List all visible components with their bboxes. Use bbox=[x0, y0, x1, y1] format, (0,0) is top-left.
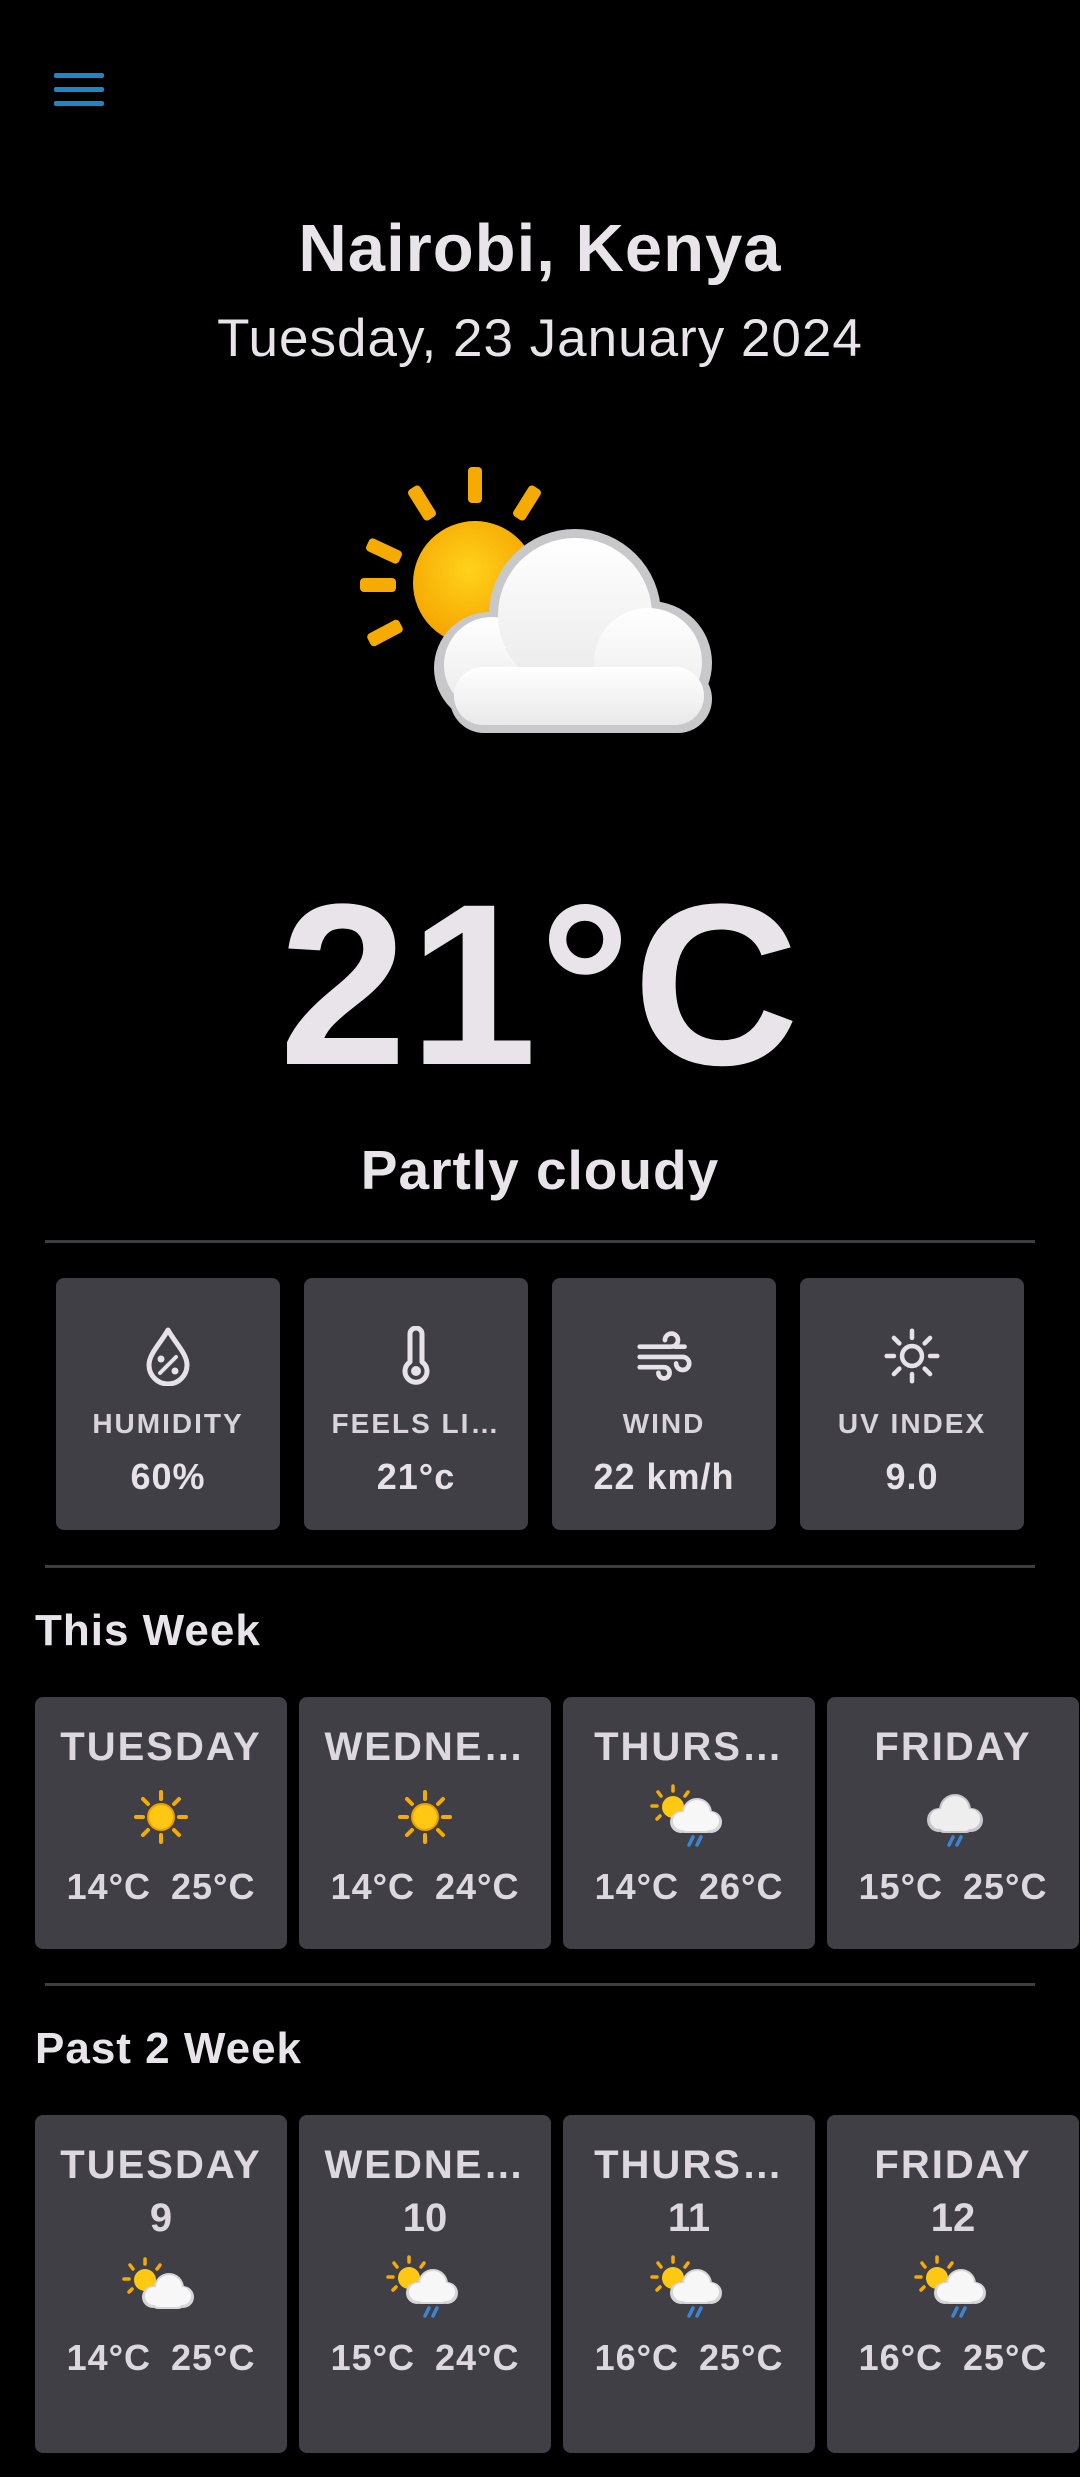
min-temp: 16°C bbox=[594, 2337, 679, 2378]
day-name: WEDNE… bbox=[324, 1725, 526, 1769]
day-temperatures: 14°C 26°C bbox=[595, 1866, 784, 1908]
max-temp: 25°C bbox=[963, 1866, 1048, 1907]
history-day-card[interactable]: THURS… 11 16°C 25°C bbox=[563, 2115, 815, 2453]
weather-screen: Nairobi, Kenya Tuesday, 23 January 2024 bbox=[0, 0, 1080, 2477]
day-temperatures: 14°C 24°C bbox=[331, 1866, 520, 1908]
wind-label: WIND bbox=[622, 1408, 706, 1439]
uv-index-card: UV INDEX 9.0 bbox=[800, 1278, 1024, 1530]
humidity-card: HUMIDITY 60% bbox=[56, 1278, 280, 1530]
max-temp: 24°C bbox=[435, 1866, 520, 1907]
current-date: Tuesday, 23 January 2024 bbox=[217, 309, 863, 368]
this-week-title: This Week bbox=[35, 1606, 261, 1655]
feels-like-label: FEELS LI… bbox=[331, 1408, 501, 1439]
uv-index-value: 9.0 bbox=[885, 1456, 939, 1497]
hamburger-menu-icon[interactable] bbox=[44, 62, 114, 116]
day-temperatures: 14°C 25°C bbox=[67, 2337, 256, 2379]
day-temperatures: 15°C 24°C bbox=[331, 2337, 520, 2379]
max-temp: 25°C bbox=[963, 2337, 1048, 2378]
day-number: 10 bbox=[402, 2196, 448, 2240]
min-temp: 14°C bbox=[66, 1866, 151, 1907]
max-temp: 25°C bbox=[171, 2337, 256, 2378]
max-temp: 26°C bbox=[699, 1866, 784, 1907]
current-condition: Partly cloudy bbox=[360, 1139, 720, 1201]
day-name: WEDNE… bbox=[324, 2143, 526, 2187]
day-number: 11 bbox=[667, 2196, 711, 2240]
day-name: FRIDAY bbox=[874, 1725, 1032, 1769]
humidity-icon bbox=[140, 1326, 196, 1386]
wind-card: WIND 22 km/h bbox=[552, 1278, 776, 1530]
feels-like-value: 21°c bbox=[376, 1456, 456, 1497]
past-weeks-row[interactable]: TUESDAY 9 14°C 25°C WEDNE… 10 15°C 24°C … bbox=[35, 2115, 1079, 2453]
uv-sun-icon bbox=[884, 1326, 940, 1386]
sunny-icon bbox=[121, 1784, 201, 1850]
min-temp: 15°C bbox=[330, 2337, 415, 2378]
day-temperatures: 16°C 25°C bbox=[595, 2337, 784, 2379]
day-name: THURS… bbox=[594, 1725, 784, 1769]
partly-cloudy-icon bbox=[350, 455, 730, 745]
sun-rain-cloud-icon bbox=[649, 1784, 729, 1850]
history-day-card[interactable]: WEDNE… 10 15°C 24°C bbox=[299, 2115, 551, 2453]
wind-value: 22 km/h bbox=[593, 1456, 735, 1497]
forecast-day-card[interactable]: TUESDAY 14°C 25°C bbox=[35, 1697, 287, 1949]
day-name: THURS… bbox=[594, 2143, 784, 2187]
day-temperatures: 15°C 25°C bbox=[859, 1866, 1048, 1908]
day-number: 12 bbox=[930, 2196, 976, 2240]
forecast-day-card[interactable]: WEDNE… 14°C 24°C bbox=[299, 1697, 551, 1949]
day-name: FRIDAY bbox=[874, 2143, 1032, 2187]
thermometer-icon bbox=[388, 1326, 444, 1386]
rain-cloud-icon bbox=[913, 1784, 993, 1850]
stats-row: HUMIDITY 60% FEELS LI… 21°c WIND 22 km/h… bbox=[56, 1278, 1024, 1530]
sun-rain-cloud-icon bbox=[913, 2255, 993, 2321]
divider bbox=[45, 1565, 1035, 1568]
humidity-value: 60% bbox=[130, 1456, 206, 1497]
min-temp: 14°C bbox=[66, 2337, 151, 2378]
uv-index-label: UV INDEX bbox=[837, 1408, 987, 1439]
day-name: TUESDAY bbox=[60, 1725, 262, 1769]
feels-like-card: FEELS LI… 21°c bbox=[304, 1278, 528, 1530]
history-day-card[interactable]: TUESDAY 9 14°C 25°C bbox=[35, 2115, 287, 2453]
max-temp: 25°C bbox=[171, 1866, 256, 1907]
location-title: Nairobi, Kenya bbox=[298, 211, 782, 286]
day-name: TUESDAY bbox=[60, 2143, 262, 2187]
divider bbox=[45, 1983, 1035, 1986]
min-temp: 14°C bbox=[594, 1866, 679, 1907]
min-temp: 15°C bbox=[858, 1866, 943, 1907]
max-temp: 25°C bbox=[699, 2337, 784, 2378]
max-temp: 24°C bbox=[435, 2337, 520, 2378]
min-temp: 14°C bbox=[330, 1866, 415, 1907]
this-week-row[interactable]: TUESDAY 14°C 25°C WEDNE… 14°C 24°C THURS… bbox=[35, 1697, 1079, 1949]
forecast-day-card[interactable]: FRIDAY 15°C 25°C bbox=[827, 1697, 1079, 1949]
sun-rain-cloud-icon bbox=[385, 2255, 465, 2321]
wind-icon bbox=[636, 1326, 692, 1386]
day-temperatures: 16°C 25°C bbox=[859, 2337, 1048, 2379]
past-weeks-title: Past 2 Week bbox=[35, 2024, 303, 2073]
forecast-day-card[interactable]: THURS… 14°C 26°C bbox=[563, 1697, 815, 1949]
day-temperatures: 14°C 25°C bbox=[67, 1866, 256, 1908]
sunny-icon bbox=[385, 1784, 465, 1850]
divider bbox=[45, 1240, 1035, 1243]
history-day-card[interactable]: FRIDAY 12 16°C 25°C bbox=[827, 2115, 1079, 2453]
partly-cloudy-icon bbox=[121, 2255, 201, 2321]
sun-rain-cloud-icon bbox=[649, 2255, 729, 2321]
current-temperature: 21°C bbox=[279, 856, 801, 1113]
min-temp: 16°C bbox=[858, 2337, 943, 2378]
humidity-label: HUMIDITY bbox=[92, 1408, 244, 1439]
day-number: 9 bbox=[149, 2196, 173, 2240]
